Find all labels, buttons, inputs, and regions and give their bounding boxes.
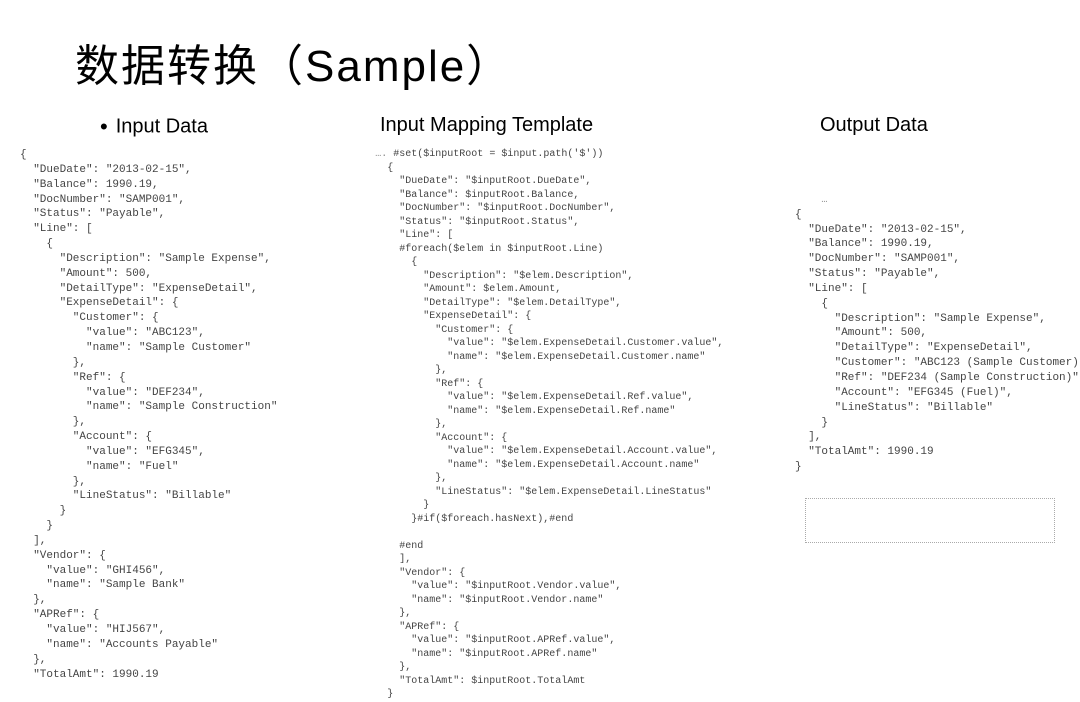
input-data-code: { "DueDate": "2013-02-15", "Balance": 19… <box>20 148 371 702</box>
code-columns: { "DueDate": "2013-02-15", "Balance": 19… <box>0 148 1080 702</box>
output-data-code: … { "DueDate": "2013-02-15", "Balance": … <box>785 148 1065 702</box>
header-input-data-label: Input Data <box>116 115 208 137</box>
header-output: Output Data <box>800 114 928 140</box>
mapping-code-body: #set($inputRoot = $input.path('$')) { "D… <box>375 149 723 700</box>
slide-title: 数据转换（Sample） <box>0 0 1080 104</box>
header-input-data: •Input Data <box>0 114 380 140</box>
header-mapping: Input Mapping Template <box>380 114 800 140</box>
ellipsis-prefix: …. <box>375 149 387 160</box>
output-ellipsis: … <box>821 195 827 206</box>
section-headers: •Input Data Input Mapping Template Outpu… <box>0 114 1080 140</box>
mapping-template-code: …. #set($inputRoot = $input.path('$')) {… <box>375 148 781 702</box>
dotted-annotation-box <box>805 498 1055 543</box>
output-code-body: { "DueDate": "2013-02-15", "Balance": 19… <box>795 209 1080 473</box>
